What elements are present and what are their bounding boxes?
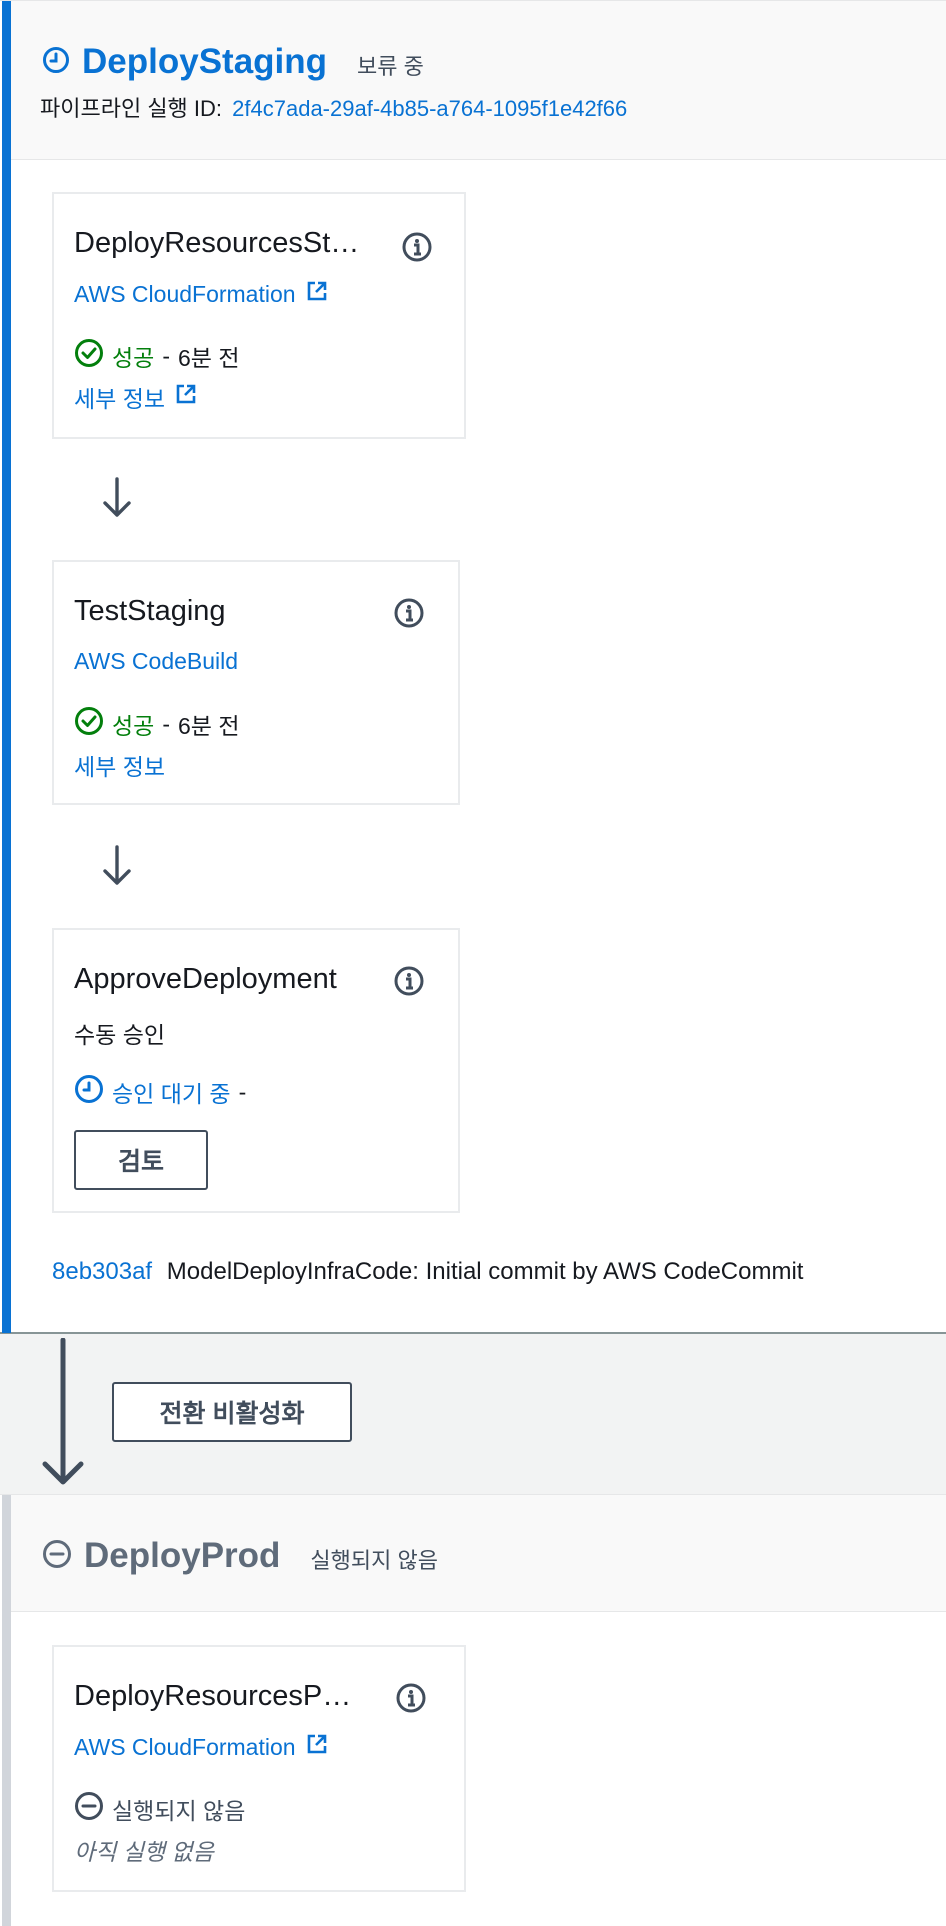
pipeline-view: DeployStaging 보류 중 파이프라인 실행 ID: 2f4c7ada… (0, 0, 946, 1926)
execution-id-row: 파이프라인 실행 ID: 2f4c7ada-29af-4b85-a764-109… (40, 91, 627, 123)
external-link-icon (306, 280, 328, 308)
action-status: 실행되지 않음 (74, 1791, 245, 1827)
action-name: DeployResourcesSt… (74, 227, 360, 259)
execution-id-link[interactable]: 2f4c7ada-29af-4b85-a764-1095f1e42f66 (232, 96, 627, 121)
success-check-icon (74, 338, 104, 374)
action-card: ApproveDeployment 수동 승인 승인 대기 중 - 검토 (52, 928, 460, 1213)
commit-message: ModelDeployInfraCode: Initial commit by … (166, 1258, 804, 1285)
clock-icon (42, 46, 70, 79)
status-time: - (238, 1078, 247, 1105)
success-check-icon (74, 706, 104, 742)
status-time: 6분 전 (178, 713, 240, 739)
stage-title[interactable]: DeployStaging (82, 41, 327, 83)
stage-deploy-prod: DeployProd 실행되지 않음 DeployResourcesP… AWS… (0, 1494, 946, 1926)
provider-label: AWS CloudFormation (74, 280, 296, 307)
info-icon[interactable] (402, 232, 432, 262)
stage-title-row: DeployStaging 보류 중 (42, 41, 424, 83)
action-status: 승인 대기 중 - (74, 1074, 254, 1110)
provider-label: AWS CloudFormation (74, 1733, 296, 1760)
stage-inactive-indicator (2, 1495, 11, 1926)
status-separator: - (162, 710, 170, 737)
status-text: 성공 (112, 345, 155, 371)
status-text: 성공 (112, 713, 155, 739)
action-status: 성공 - 6분 전 (74, 338, 240, 374)
stage-transition: 전환 비활성화 (0, 1334, 946, 1494)
transition-arrow-icon (42, 1338, 84, 1485)
action-provider-link[interactable]: AWS CloudFormation (74, 280, 328, 308)
action-name: TestStaging (74, 595, 226, 627)
minus-circle-icon (74, 1791, 104, 1827)
info-icon[interactable] (394, 598, 424, 628)
provider-label: AWS CodeBuild (74, 648, 239, 674)
action-provider-link[interactable]: AWS CloudFormation (74, 1733, 328, 1761)
action-card: TestStaging AWS CodeBuild 성공 - 6분 전 세부 정… (52, 560, 460, 805)
status-time: 6분 전 (178, 345, 240, 371)
details-link[interactable]: 세부 정보 (74, 380, 197, 414)
stage-title-row: DeployProd 실행되지 않음 (42, 1535, 438, 1577)
stage-status: 실행되지 않음 (310, 1548, 438, 1573)
minus-circle-icon (42, 1539, 72, 1574)
action-card: DeployResourcesSt… AWS CloudFormation 성공… (52, 192, 466, 439)
info-icon[interactable] (396, 1683, 426, 1713)
action-name: ApproveDeployment (74, 963, 337, 995)
stage-title[interactable]: DeployProd (84, 1535, 280, 1577)
external-link-icon (175, 383, 197, 411)
execution-id-label: 파이프라인 실행 ID: (40, 96, 223, 121)
disable-transition-button[interactable]: 전환 비활성화 (112, 1382, 352, 1442)
details-label: 세부 정보 (74, 386, 166, 412)
info-icon[interactable] (394, 966, 424, 996)
review-button[interactable]: 검토 (74, 1130, 208, 1190)
action-card: DeployResourcesP… AWS CloudFormation 실행되… (52, 1645, 466, 1892)
commit-hash-link[interactable]: 8eb303af (52, 1258, 152, 1285)
stage-deploy-staging: DeployStaging 보류 중 파이프라인 실행 ID: 2f4c7ada… (0, 0, 946, 1334)
action-provider: 수동 승인 (74, 1022, 166, 1048)
action-status: 성공 - 6분 전 (74, 706, 240, 742)
clock-icon (74, 1074, 104, 1110)
status-text: 실행되지 않음 (112, 1798, 246, 1824)
action-name: DeployResourcesP… (74, 1680, 352, 1712)
stage-status: 보류 중 (357, 54, 424, 79)
details-link[interactable]: 세부 정보 (74, 748, 165, 782)
status-text[interactable]: 승인 대기 중 (112, 1075, 231, 1109)
source-revision: 8eb303af ModelDeployInfraCode: Initial c… (52, 1258, 803, 1286)
external-link-icon (306, 1733, 328, 1761)
details-label: 세부 정보 (74, 754, 166, 780)
arrow-down-icon (103, 845, 131, 885)
action-provider-link[interactable]: AWS CodeBuild (74, 648, 238, 675)
no-execution-note: 아직 실행 없음 (74, 1839, 214, 1865)
stage-active-indicator (2, 1, 11, 1333)
status-separator: - (162, 342, 170, 369)
arrow-down-icon (103, 477, 131, 517)
